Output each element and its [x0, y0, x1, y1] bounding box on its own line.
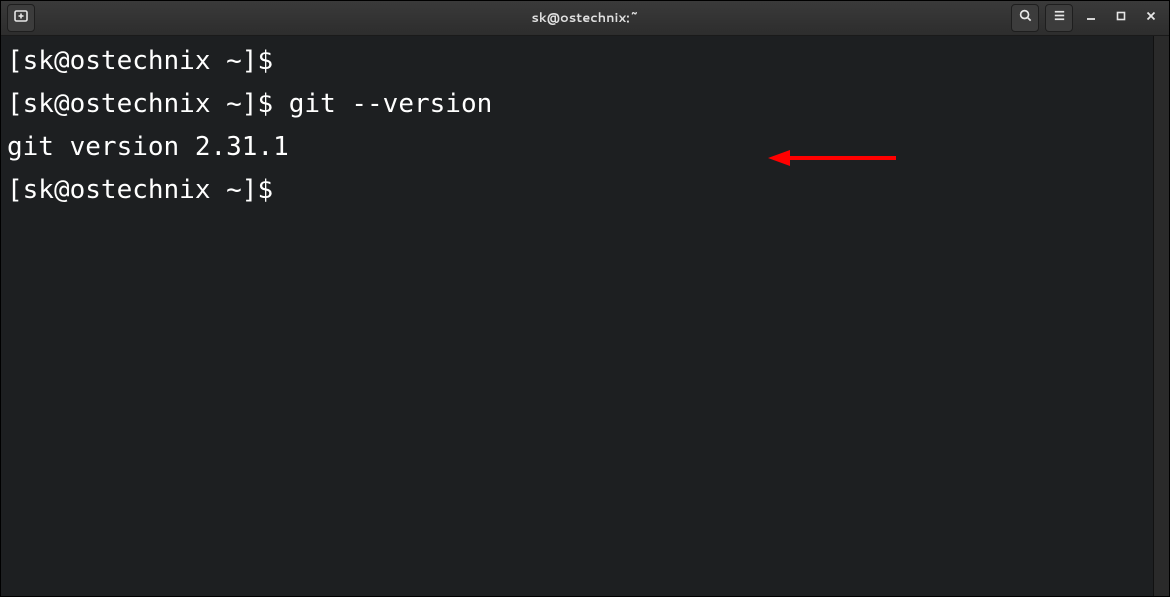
terminal-prompt: [sk@ostechnix ~]$: [7, 175, 289, 205]
hamburger-menu-icon: [1052, 8, 1067, 28]
terminal-line: [sk@ostechnix ~]$: [7, 169, 1147, 212]
terminal-output-text: git version 2.31.1: [7, 132, 289, 162]
titlebar-left-group: [1, 4, 35, 32]
menu-button[interactable]: [1045, 4, 1073, 32]
terminal-prompt: [sk@ostechnix ~]$: [7, 89, 289, 119]
close-icon: [1145, 9, 1157, 27]
maximize-button[interactable]: [1109, 6, 1133, 30]
titlebar-right-group: [1011, 4, 1169, 32]
terminal-line: [sk@ostechnix ~]$: [7, 40, 1147, 83]
close-button[interactable]: [1139, 6, 1163, 30]
terminal-prompt: [sk@ostechnix ~]$: [7, 46, 289, 76]
terminal-line: [sk@ostechnix ~]$ git --version: [7, 83, 1147, 126]
terminal-window: sk@ostechnix:~: [0, 0, 1170, 597]
new-tab-icon: [13, 8, 29, 29]
new-tab-button[interactable]: [7, 4, 35, 32]
maximize-icon: [1115, 9, 1127, 27]
vertical-scrollbar[interactable]: [1153, 36, 1169, 596]
minimize-icon: [1085, 9, 1097, 27]
minimize-button[interactable]: [1079, 6, 1103, 30]
window-title: sk@ostechnix:~: [1, 9, 1169, 27]
search-button[interactable]: [1011, 4, 1039, 32]
search-icon: [1018, 8, 1033, 28]
window-titlebar: sk@ostechnix:~: [1, 1, 1169, 36]
terminal-body-wrap: [sk@ostechnix ~]$ [sk@ostechnix ~]$ git …: [1, 36, 1169, 596]
terminal-line: git version 2.31.1: [7, 126, 1147, 169]
terminal-output[interactable]: [sk@ostechnix ~]$ [sk@ostechnix ~]$ git …: [1, 36, 1153, 596]
terminal-command: git --version: [289, 89, 493, 119]
